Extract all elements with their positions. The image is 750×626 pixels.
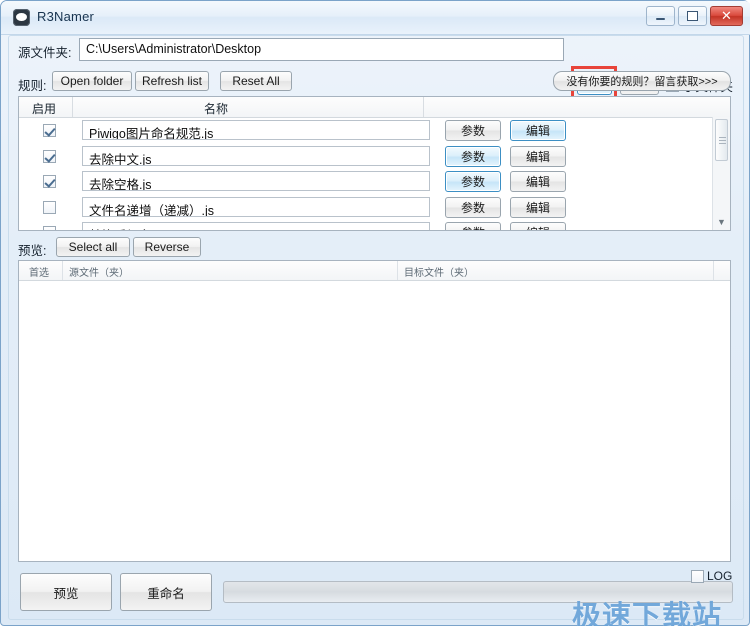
request-rule-link-button[interactable]: 没有你要的规则？留言获取>>>: [553, 71, 731, 91]
rules-row: Piwigo图片命名规范.js 参数 编辑: [19, 118, 730, 144]
rule-name-field[interactable]: 文件名递增（递减）.js: [82, 196, 430, 217]
application-window: R3Namer ✕ 源文件夹: C:\Users\Administrator\D…: [0, 0, 750, 626]
log-checkbox-group[interactable]: LOG: [691, 569, 732, 583]
reset-all-button[interactable]: Reset All: [220, 71, 292, 91]
rule-edit-button[interactable]: 编辑: [510, 196, 566, 218]
preview-table: 首选 源文件（夹） 目标文件（夹）: [18, 260, 731, 562]
rule-name-field[interactable]: 去除中文.js: [82, 145, 430, 166]
refresh-list-button[interactable]: Refresh list: [135, 71, 209, 91]
reverse-selection-button[interactable]: Reverse: [133, 237, 201, 257]
rules-list-scrollbar[interactable]: ▼: [712, 117, 730, 230]
rule-name-field[interactable]: 去除空格.js: [82, 171, 430, 191]
rules-list-panel: 启用 名称 Piwigo图片命名规范.js 参数 编辑 去除中文.js 参数 编辑 去除空格…: [18, 96, 731, 231]
rules-list-body: Piwigo图片命名规范.js 参数 编辑 去除中文.js 参数 编辑 去除空格.js 参数编…: [19, 118, 730, 230]
log-label: LOG: [707, 569, 733, 583]
source-folder-input[interactable]: C:\Users\Administrator\Desktop: [79, 38, 564, 61]
source-folder-row: 源文件夹: C:\Users\Administrator\Desktop ...…: [1, 35, 750, 103]
rule-enable-checkbox[interactable]: [43, 226, 56, 230]
preview-header-source-file: 源文件（夹）: [69, 268, 129, 279]
scroll-down-icon[interactable]: ▼: [715, 215, 728, 228]
rules-list-header: 启用 名称: [19, 97, 730, 118]
rules-header-enable: 启用: [32, 102, 57, 116]
app-logo-icon: [13, 9, 30, 26]
preview-toolbar: 预览: Select all Reverse: [1, 237, 750, 259]
rule-edit-button[interactable]: 编辑: [510, 171, 566, 192]
maximize-button[interactable]: [678, 6, 707, 26]
rules-row: 文件名递增（递减）.js 参数 编辑: [19, 195, 730, 221]
rule-params-button[interactable]: 参数: [445, 171, 501, 192]
rules-header-divider-1: [72, 97, 73, 117]
rename-action-button[interactable]: 重命名: [120, 573, 212, 611]
rules-row: 去除空格.js 参数 编辑: [19, 169, 730, 195]
minimize-icon: [647, 7, 674, 25]
minimize-button[interactable]: [646, 6, 675, 26]
rule-edit-button[interactable]: 编辑: [510, 120, 566, 141]
rule-edit-button[interactable]: 编辑: [510, 145, 566, 167]
rule-enable-checkbox[interactable]: [43, 175, 56, 188]
preview-header-target-file: 目标文件（夹）: [404, 268, 474, 279]
rule-name-field[interactable]: 替换后缀名.js: [82, 222, 430, 230]
preview-header-divider-3: [713, 261, 714, 280]
rule-enable-checkbox[interactable]: [43, 200, 56, 214]
window-title: R3Namer: [37, 9, 95, 24]
rules-header-divider-2: [423, 97, 424, 117]
rules-label: 规则:: [18, 79, 47, 93]
rule-params-button[interactable]: 参数: [445, 145, 501, 167]
close-button[interactable]: ✕: [710, 6, 743, 26]
rule-name-field[interactable]: Piwigo图片命名规范.js: [82, 120, 430, 140]
preview-table-header: 首选 源文件（夹） 目标文件（夹）: [19, 261, 730, 281]
source-folder-label: 源文件夹:: [18, 46, 72, 60]
progress-bar: [223, 581, 733, 603]
rules-toolbar: 规则: Open folder Refresh list Reset All 没…: [1, 71, 750, 95]
preview-header-divider-2: [397, 261, 398, 280]
preview-action-button[interactable]: 预览: [20, 573, 112, 611]
scrollbar-thumb[interactable]: [715, 119, 728, 161]
bottom-bar: 预览 重命名: [1, 564, 750, 626]
rule-enable-checkbox[interactable]: [43, 124, 56, 137]
preview-header-divider-1: [62, 261, 63, 280]
preview-header-priority: 首选: [29, 268, 49, 279]
rules-header-name: 名称: [204, 102, 229, 116]
maximize-icon: [679, 7, 706, 25]
rule-params-button[interactable]: 参数: [445, 196, 501, 218]
rules-row: 替换后缀名.js 参数 编辑: [19, 220, 730, 230]
title-bar: R3Namer ✕: [1, 1, 750, 35]
log-checkbox[interactable]: [691, 569, 704, 583]
preview-label: 预览:: [18, 244, 47, 258]
close-icon: ✕: [721, 7, 732, 23]
rule-enable-checkbox[interactable]: [43, 149, 56, 163]
rule-edit-button[interactable]: 编辑: [510, 222, 566, 230]
select-all-button[interactable]: Select all: [56, 237, 130, 257]
open-folder-button[interactable]: Open folder: [52, 71, 132, 91]
rules-row: 去除中文.js 参数 编辑: [19, 144, 730, 170]
rule-params-button[interactable]: 参数: [445, 120, 501, 141]
rule-params-button[interactable]: 参数: [445, 222, 501, 230]
